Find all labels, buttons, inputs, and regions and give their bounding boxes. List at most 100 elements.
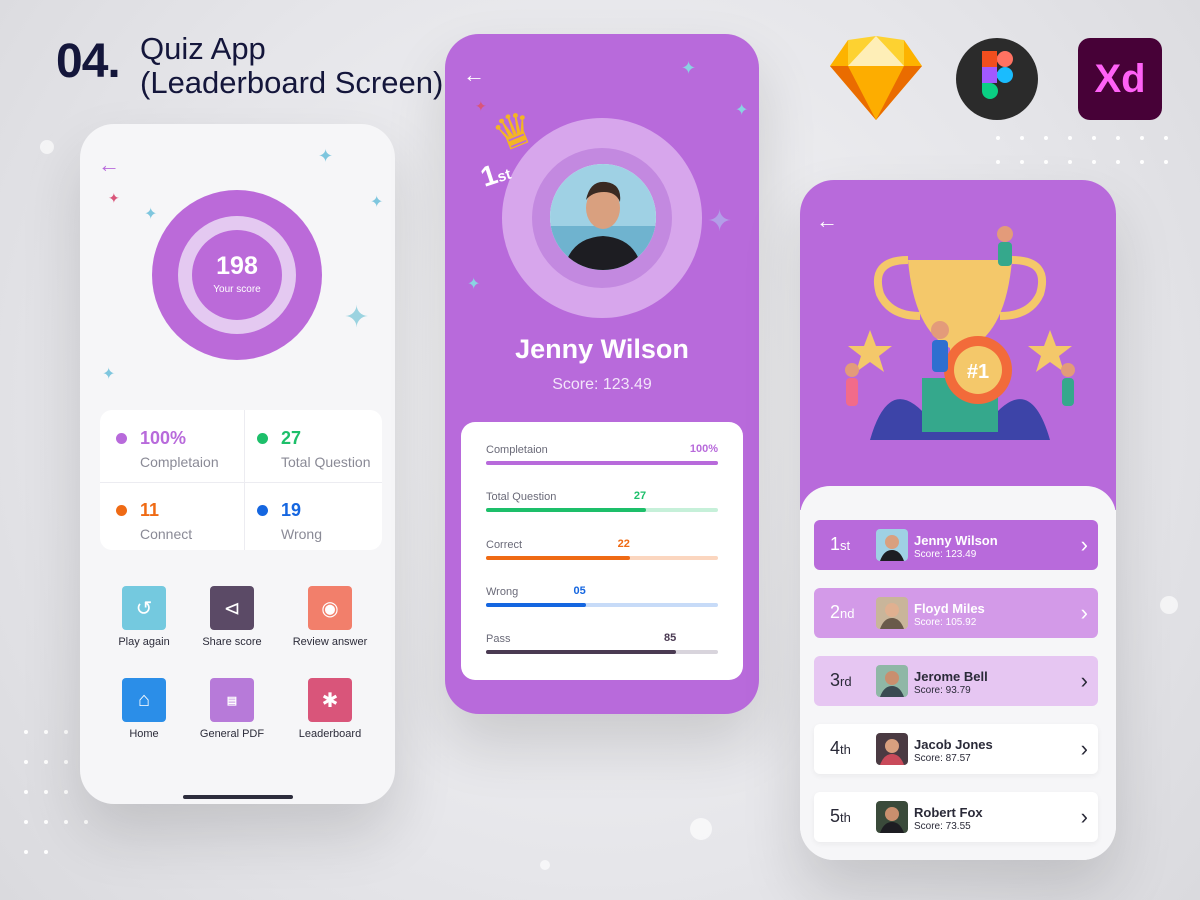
sketch-icon xyxy=(830,36,922,120)
pdf-icon: ▤ xyxy=(210,678,254,722)
progress-track xyxy=(486,461,718,465)
stat-total-question: 27 Total Question xyxy=(241,410,382,480)
sparkle-icon: ✦ xyxy=(467,276,481,293)
chevron-right-icon: › xyxy=(1080,804,1088,829)
leaderboard-row[interactable]: 5th Robert Fox Score: 73.55 › xyxy=(814,792,1098,842)
profile-screen: ← ✦ ✦ ✦ ✦ ✦ ♛ 1st Jenny Wilson Score: 12… xyxy=(445,34,759,714)
progress-value: 100% xyxy=(689,443,718,455)
status-dot xyxy=(257,433,268,444)
bokeh-2 xyxy=(690,818,712,840)
leaderboard-row[interactable]: 1st Jenny Wilson Score: 123.49 › xyxy=(814,520,1098,570)
player-name: Jacob Jones xyxy=(914,737,993,752)
home-indicator[interactable] xyxy=(183,795,293,799)
result-screen: ← ✦ ✦ ✦ ✦ ✦ ✦ 198 Your score 100% Comple… xyxy=(80,124,395,804)
stats-card: 100% Completaion 27 Total Question 11 Co… xyxy=(100,410,382,550)
progress-value: 27 xyxy=(633,490,647,502)
progress-label: Total Question xyxy=(486,491,557,503)
progress-track xyxy=(486,650,718,654)
trophy-illustration: #1 xyxy=(845,226,1075,440)
sparkle-icon: ✦ xyxy=(344,301,370,334)
stat-label: Completaion xyxy=(140,454,219,470)
score-label: Your score xyxy=(213,284,261,295)
avatar xyxy=(876,801,908,833)
sparkle-icon: ✦ xyxy=(707,205,733,238)
figma-icon xyxy=(956,38,1038,120)
section-number: 04. xyxy=(56,35,121,88)
progress-track xyxy=(486,556,718,560)
rank-position: 5th xyxy=(830,806,851,826)
leaderboard-row[interactable]: 4th Jacob Jones Score: 87.57 › xyxy=(814,724,1098,774)
progress-card: Completaion 100% Total Question 27 Corre… xyxy=(461,422,743,680)
progress-fill xyxy=(486,556,630,560)
stat-value: 19 xyxy=(281,500,302,520)
stars-icon: ✱ xyxy=(308,678,352,722)
progress-fill xyxy=(486,603,586,607)
review-answer-button[interactable]: ◉ Review answer xyxy=(280,586,380,648)
player-score: Score: 73.55 xyxy=(914,821,971,832)
home-button[interactable]: ⌂ Home xyxy=(94,678,194,740)
leaderboard-row[interactable]: 2nd Floyd Miles Score: 105.92 › xyxy=(814,588,1098,638)
stat-value: 27 xyxy=(281,428,302,448)
action-label: Leaderboard xyxy=(298,728,362,740)
rank-position: 2nd xyxy=(830,602,855,622)
progress-track xyxy=(486,603,718,607)
leaderboard-button[interactable]: ✱ Leaderboard xyxy=(280,678,380,740)
player-score: Score: 93.79 xyxy=(914,685,971,696)
share-score-button[interactable]: ⊲ Share score xyxy=(182,586,282,648)
trophy-badge-text: #1 xyxy=(967,361,989,383)
player-score: Score: 123.49 xyxy=(914,549,977,560)
back-arrow-icon[interactable]: ← xyxy=(98,152,120,178)
sparkle-icon: ✦ xyxy=(735,102,749,119)
sparkle-icon: ✦ xyxy=(102,366,116,383)
action-label: General PDF xyxy=(199,728,265,740)
progress-label: Completaion xyxy=(486,444,548,456)
leaderboard-row[interactable]: 3rd Jerome Bell Score: 93.79 › xyxy=(814,656,1098,706)
bokeh-4 xyxy=(540,860,550,870)
player-name: Jerome Bell xyxy=(914,669,988,684)
chevron-right-icon: › xyxy=(1080,600,1088,625)
progress-value: 05 xyxy=(573,585,586,597)
progress-label: Correct xyxy=(486,539,523,551)
rank-position: 1st xyxy=(830,534,851,554)
rank-position: 3rd xyxy=(830,670,852,690)
sparkle-icon: ✦ xyxy=(108,190,120,206)
stat-label: Total Question xyxy=(281,454,371,470)
sparkle-icon: ✦ xyxy=(144,206,158,223)
progress-fill xyxy=(486,650,677,654)
chevron-right-icon: › xyxy=(1080,668,1088,693)
avatar xyxy=(876,597,908,629)
general-pdf-button[interactable]: ▤ General PDF xyxy=(182,678,282,740)
action-label: Home xyxy=(129,728,159,740)
home-icon: ⌂ xyxy=(122,678,166,722)
stat-wrong: 19 Wrong xyxy=(241,482,382,552)
leaderboard-list: 1st Jenny Wilson Score: 123.49 › 2nd Flo… xyxy=(800,486,1116,860)
score-value: 198 xyxy=(216,252,258,280)
action-label: Share score xyxy=(202,636,262,648)
action-label: Review answer xyxy=(292,636,368,648)
stat-label: Wrong xyxy=(281,526,322,542)
progress-value: 85 xyxy=(663,632,677,644)
status-dot xyxy=(116,505,127,516)
avatar xyxy=(876,665,908,697)
stat-label: Connect xyxy=(140,526,193,542)
avatar xyxy=(876,733,908,765)
bokeh-1 xyxy=(1160,596,1178,614)
stat-value: 11 xyxy=(140,500,160,520)
play-again-button[interactable]: ↺ Play again xyxy=(94,586,194,648)
stat-value: 100% xyxy=(140,428,187,448)
player-score: Score: 105.92 xyxy=(914,617,977,628)
status-dot xyxy=(116,433,127,444)
bokeh-3 xyxy=(40,140,54,154)
eye-icon: ◉ xyxy=(308,586,352,630)
back-arrow-icon[interactable]: ← xyxy=(463,62,485,88)
sparkle-icon: ✦ xyxy=(318,146,334,166)
score-ring: 198 Your score xyxy=(152,190,322,360)
progress-value: 22 xyxy=(617,538,630,550)
page-title-line2: (Leaderboard Screen) xyxy=(140,65,444,100)
action-label: Play again xyxy=(118,636,170,648)
player-score: Score: 87.57 xyxy=(914,753,971,764)
player-score: Score: 123.49 xyxy=(552,376,652,393)
rank-position: 4th xyxy=(830,738,851,758)
progress-label: Pass xyxy=(486,633,511,645)
player-name: Jenny Wilson xyxy=(914,533,998,548)
